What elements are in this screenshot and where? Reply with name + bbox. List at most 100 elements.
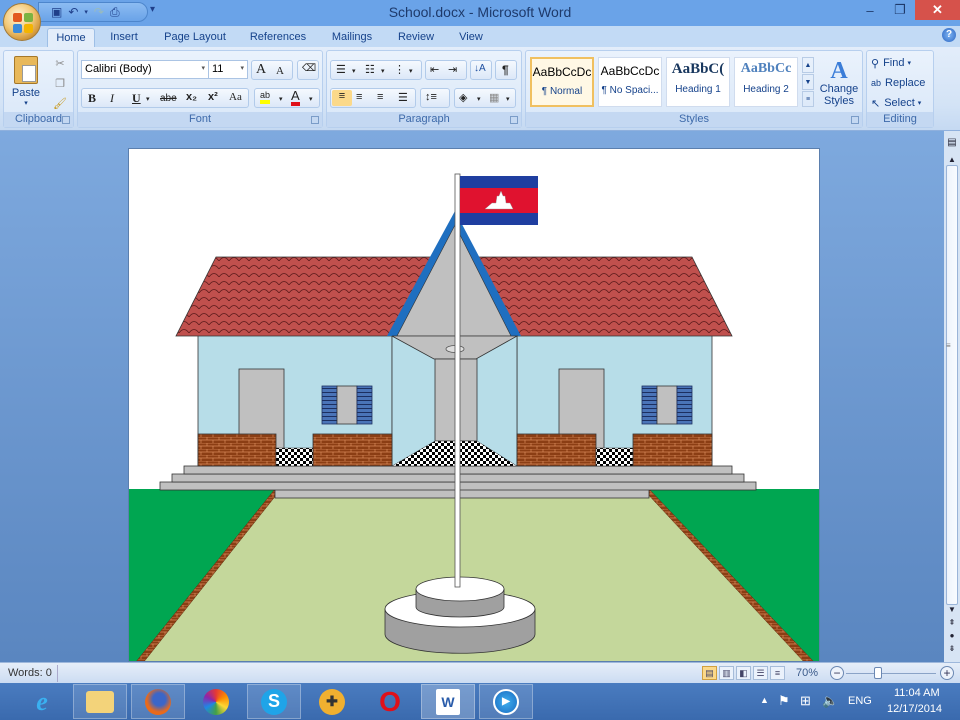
- office-button[interactable]: [3, 3, 41, 41]
- volume-icon[interactable]: 🔈: [822, 693, 838, 709]
- zoom-in-button[interactable]: +: [940, 666, 954, 680]
- underline-dropdown-icon[interactable]: ▾: [146, 95, 150, 103]
- font-name-combo[interactable]: Calibri (Body) ▾: [81, 60, 209, 79]
- replace-button[interactable]: ab Replace: [871, 75, 925, 91]
- taskbar-firefox[interactable]: [131, 684, 185, 719]
- scroll-track[interactable]: [946, 165, 958, 605]
- restore-button[interactable]: ❐: [885, 0, 915, 20]
- multilevel-dropdown-icon[interactable]: ▾: [409, 67, 413, 75]
- tab-mailings[interactable]: Mailings: [325, 28, 379, 47]
- undo-icon[interactable]: ↶: [68, 5, 78, 19]
- paragraph-dialog-launcher-icon[interactable]: [510, 116, 518, 124]
- change-case-button[interactable]: Aa: [229, 91, 242, 103]
- taskbar-internet-explorer[interactable]: e: [15, 684, 69, 719]
- taskbar-picasa[interactable]: [189, 684, 243, 719]
- line-spacing-button[interactable]: ↕≡: [420, 88, 450, 108]
- select-button[interactable]: ↖ Select ▾: [871, 95, 921, 111]
- decrease-indent-icon[interactable]: ⇤: [430, 63, 439, 76]
- style-heading-2[interactable]: AaBbCc Heading 2: [734, 57, 798, 107]
- zoom-slider-thumb[interactable]: [874, 667, 882, 679]
- taskbar-file-explorer[interactable]: [73, 684, 127, 719]
- copy-icon[interactable]: ❐: [52, 75, 68, 91]
- numbering-dropdown-icon[interactable]: ▾: [381, 67, 385, 75]
- styles-scroll-down-icon[interactable]: ▼: [802, 74, 814, 90]
- style-no-spacing[interactable]: AaBbCcDc ¶ No Spaci...: [598, 57, 662, 107]
- tab-insert[interactable]: Insert: [103, 28, 145, 47]
- print-preview-icon[interactable]: ⎙: [110, 5, 120, 20]
- find-button[interactable]: ⚲ Find ▾: [871, 55, 911, 71]
- change-styles-button[interactable]: A Change Styles: [818, 54, 860, 112]
- styles-scroll-up-icon[interactable]: ▲: [802, 57, 814, 73]
- multilevel-list-icon[interactable]: ⋮: [394, 63, 405, 76]
- close-button[interactable]: ✕: [915, 0, 960, 20]
- minimize-button[interactable]: –: [855, 0, 885, 20]
- italic-button[interactable]: I: [110, 91, 114, 106]
- style-normal[interactable]: AaBbCcDc ¶ Normal: [530, 57, 594, 107]
- language-indicator[interactable]: ENG: [848, 695, 872, 707]
- word-count[interactable]: Words: 0: [8, 667, 52, 679]
- clear-formatting-button[interactable]: ⌫: [297, 60, 319, 80]
- bullets-dropdown-icon[interactable]: ▾: [352, 67, 356, 75]
- undo-dropdown-icon[interactable]: ▾: [84, 8, 88, 16]
- network-icon[interactable]: ⊞: [800, 693, 811, 709]
- outline-view-icon[interactable]: ☰: [753, 666, 768, 680]
- align-left-icon[interactable]: ≡: [332, 90, 352, 106]
- tab-review[interactable]: Review: [393, 28, 439, 47]
- select-browse-object-icon[interactable]: ●: [946, 631, 958, 640]
- numbering-icon[interactable]: ☷: [365, 63, 375, 76]
- align-center-icon[interactable]: ≡: [356, 91, 362, 103]
- paste-button[interactable]: Paste ▾: [10, 55, 42, 107]
- previous-page-icon[interactable]: ⇞: [946, 618, 958, 627]
- tab-references[interactable]: References: [243, 28, 313, 47]
- styles-more-icon[interactable]: ≡: [802, 91, 814, 107]
- bullets-icon[interactable]: ☰: [336, 63, 346, 76]
- cut-icon[interactable]: ✂: [52, 55, 68, 71]
- zoom-level[interactable]: 70%: [796, 667, 818, 679]
- format-painter-icon[interactable]: 🖌: [52, 95, 68, 111]
- show-hide-button[interactable]: ¶: [495, 60, 517, 80]
- save-icon[interactable]: ▣: [51, 5, 62, 19]
- font-color-dropdown-icon[interactable]: ▾: [309, 95, 313, 103]
- print-layout-view-icon[interactable]: ▤: [702, 666, 717, 680]
- align-right-icon[interactable]: ≡: [377, 91, 383, 103]
- redo-icon[interactable]: ↷: [94, 5, 104, 19]
- zoom-out-button[interactable]: −: [830, 666, 844, 680]
- scroll-down-icon[interactable]: ▼: [946, 605, 958, 614]
- font-dialog-launcher-icon[interactable]: [311, 116, 319, 124]
- subscript-button[interactable]: x₂: [186, 91, 197, 103]
- show-hidden-icons[interactable]: ▲: [760, 695, 769, 705]
- styles-dialog-launcher-icon[interactable]: [851, 116, 859, 124]
- strikethrough-button[interactable]: abe: [160, 93, 177, 104]
- full-screen-reading-view-icon[interactable]: ▥: [719, 666, 734, 680]
- clock-time[interactable]: 11:04 AM: [894, 687, 940, 699]
- clock-date[interactable]: 12/17/2014: [887, 703, 942, 715]
- font-color-button[interactable]: A: [291, 89, 300, 106]
- highlight-button[interactable]: ab: [260, 90, 271, 104]
- taskbar-skype[interactable]: S: [247, 684, 301, 719]
- scroll-thumb[interactable]: ≡: [946, 341, 951, 350]
- shrink-font-button[interactable]: A: [276, 65, 284, 77]
- customize-qat-icon[interactable]: ▾: [150, 4, 155, 15]
- action-center-flag-icon[interactable]: ⚑: [778, 693, 790, 709]
- taskbar-opera[interactable]: O: [363, 684, 417, 719]
- vertical-scrollbar[interactable]: ▤ ▲ ≡ ▼ ⇞ ● ⇟: [944, 131, 960, 662]
- style-heading-1[interactable]: AaBbC( Heading 1: [666, 57, 730, 107]
- taskbar-word[interactable]: W: [421, 684, 475, 719]
- document-page[interactable]: [128, 148, 820, 662]
- help-icon[interactable]: ?: [942, 28, 956, 42]
- scroll-up-icon[interactable]: ▲: [946, 155, 958, 164]
- borders-dropdown-icon[interactable]: ▾: [506, 95, 510, 103]
- superscript-button[interactable]: x²: [208, 91, 218, 103]
- school-drawing[interactable]: [129, 149, 820, 662]
- highlight-dropdown-icon[interactable]: ▾: [279, 95, 283, 103]
- borders-icon[interactable]: ▦: [489, 91, 499, 104]
- taskbar-game[interactable]: ✚: [305, 684, 359, 719]
- shading-icon[interactable]: ◈: [459, 91, 467, 104]
- next-page-icon[interactable]: ⇟: [946, 644, 958, 653]
- taskbar-video-app[interactable]: ▶: [479, 684, 533, 719]
- underline-button[interactable]: U: [132, 91, 141, 106]
- bold-button[interactable]: B: [88, 91, 96, 106]
- tab-view[interactable]: View: [452, 28, 490, 47]
- sort-button[interactable]: ↓A: [470, 60, 492, 80]
- zoom-slider-track[interactable]: [846, 673, 936, 674]
